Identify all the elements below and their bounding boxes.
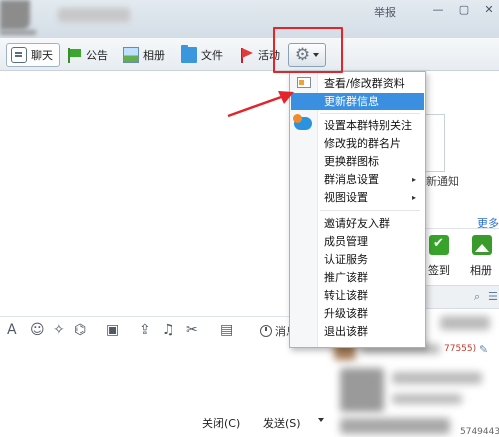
member-list-header: ⌕ ☰ (424, 285, 499, 309)
tab-album-label: 相册 (143, 49, 165, 62)
magic-icon[interactable]: ✧ (53, 322, 65, 338)
tab-files-label: 文件 (201, 49, 223, 62)
tab-notice-label: 公告 (86, 49, 108, 62)
font-icon[interactable]: A (7, 322, 17, 338)
menu-item-message-settings[interactable]: 群消息设置 ▸ (291, 171, 424, 188)
member-avatar-redacted[interactable] (340, 368, 384, 412)
album-app-icon[interactable] (472, 235, 492, 255)
maximize-icon[interactable]: ▢ (456, 3, 472, 17)
member-entry-redacted[interactable] (440, 316, 490, 330)
menu-item-member-management[interactable]: 成员管理 (291, 233, 424, 250)
menu-item-special-attention[interactable]: 设置本群特别关注 (291, 117, 424, 134)
tab-chat-label: 聊天 (31, 49, 53, 62)
report-link[interactable]: 举报 (374, 4, 396, 20)
settings-dropdown-menu: 查看/修改群资料 更新群信息 设置本群特别关注 修改我的群名片 更换群图标 群消… (289, 71, 426, 348)
album-app-label: 相册 (470, 264, 492, 277)
group-subtitle-redacted (0, 30, 36, 35)
new-notice-link[interactable]: 新通知 (426, 173, 459, 189)
upload-icon[interactable]: ⇪ (139, 322, 151, 338)
submenu-arrow-icon: ▸ (411, 175, 416, 184)
send-options-chevron-icon[interactable] (318, 418, 324, 422)
annotation-arrow-icon (227, 91, 294, 118)
more-icon[interactable]: ▤ (220, 322, 233, 338)
activity-flag-icon (238, 47, 254, 63)
clock-icon (260, 325, 272, 337)
search-icon[interactable]: ⌕ (474, 290, 480, 304)
submenu-arrow-icon: ▸ (411, 193, 416, 202)
close-icon[interactable]: ✕ (481, 3, 497, 17)
checkin-label: 签到 (428, 264, 450, 277)
album-icon (123, 47, 139, 63)
tab-album[interactable]: 相册 (123, 44, 165, 66)
menu-separator (320, 210, 420, 211)
minimize-icon[interactable]: — (430, 3, 446, 17)
menu-item-upgrade-group[interactable]: 升级该群 (291, 305, 424, 322)
member-id-text: 5749443 (460, 427, 499, 437)
group-avatar[interactable] (0, 0, 30, 30)
chat-icon (11, 47, 27, 63)
menu-item-promote-group[interactable]: 推广该群 (291, 269, 424, 286)
tab-chat[interactable]: 聊天 (6, 43, 60, 67)
menu-item-invite-friends[interactable]: 邀请好友入群 (291, 215, 424, 232)
shake-icon[interactable]: ⌬ (74, 322, 86, 338)
member-entry-redacted (340, 418, 450, 434)
menu-item-edit-card[interactable]: 修改我的群名片 (291, 135, 424, 152)
menu-item-view-settings[interactable]: 视图设置 ▸ (291, 189, 424, 206)
edit-icon[interactable]: ✎ (479, 343, 488, 356)
menu-separator (320, 113, 420, 114)
menu-item-view-edit-info[interactable]: 查看/修改群资料 (291, 75, 424, 92)
music-icon[interactable]: ♫ (162, 322, 175, 338)
folder-icon (181, 45, 197, 63)
tab-notice[interactable]: 公告 (66, 44, 108, 66)
emoji-icon[interactable]: ☺ (30, 322, 45, 338)
menu-item-transfer-group[interactable]: 转让该群 (291, 287, 424, 304)
menu-item-certification[interactable]: 认证服务 (291, 251, 424, 268)
divider (422, 228, 499, 229)
member-name-redacted (392, 394, 462, 404)
group-name-redacted (58, 8, 130, 22)
menu-item-quit-group[interactable]: 退出该群 (291, 323, 424, 340)
member-id-text: 77555) (444, 344, 477, 354)
send-button[interactable]: 发送(S) (263, 415, 301, 431)
menu-item-update-info[interactable]: 更新群信息 (291, 93, 424, 110)
tab-files[interactable]: 文件 (181, 44, 223, 66)
menu-item-change-icon[interactable]: 更换群图标 (291, 153, 424, 170)
member-name-redacted (392, 372, 482, 384)
close-button[interactable]: 关闭(C) (202, 415, 240, 431)
screenshot-icon[interactable]: ✂ (186, 322, 198, 338)
members-icon[interactable]: ☰ (488, 290, 498, 303)
notice-flag-icon (66, 47, 82, 63)
checkin-icon[interactable] (429, 235, 449, 255)
image-icon[interactable]: ▣ (106, 322, 119, 338)
annotation-highlight-box (273, 27, 343, 73)
